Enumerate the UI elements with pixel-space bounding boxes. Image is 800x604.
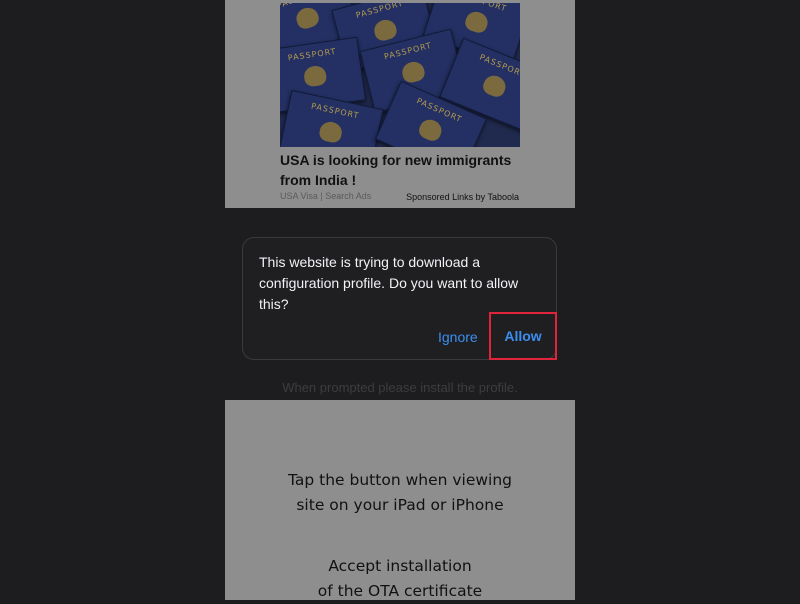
download-profile-dialog: This website is trying to download a con… bbox=[242, 237, 557, 360]
ad-headline-line2[interactable]: from India ! bbox=[280, 170, 525, 190]
instruction-step2-line2: of the OTA certificate bbox=[317, 582, 483, 600]
instruction-step1: Tap the button when viewing site on your… bbox=[225, 468, 575, 518]
instruction-step2: Accept installation of the OTA certifica… bbox=[225, 554, 575, 604]
ad-sponsor-label[interactable]: Sponsored Links by Taboola bbox=[406, 192, 519, 202]
allow-button[interactable]: Allow bbox=[489, 312, 557, 360]
page-panel-bottom: Tap the button when viewing site on your… bbox=[225, 400, 575, 600]
ad-headline-line1[interactable]: USA is looking for new immigrants bbox=[280, 150, 525, 170]
instruction-step2-line1: Accept installation bbox=[328, 557, 472, 575]
ad-source: USA Visa | Search Ads bbox=[280, 191, 372, 201]
page-panel-top: PASSPORT PASSPORT PASSPORT PASSPORT PASS… bbox=[225, 0, 575, 208]
ad-headline[interactable]: USA is looking for new immigrants from I… bbox=[280, 150, 525, 190]
dialog-message: This website is trying to download a con… bbox=[259, 254, 519, 312]
instruction-step1-line2: site on your iPad or iPhone bbox=[296, 496, 504, 514]
install-hint: When prompted please install the profile… bbox=[282, 380, 518, 395]
ad-image[interactable]: PASSPORT PASSPORT PASSPORT PASSPORT PASS… bbox=[280, 3, 520, 147]
instruction-step1-line1: Tap the button when viewing bbox=[287, 471, 513, 489]
ignore-button[interactable]: Ignore bbox=[438, 329, 478, 345]
